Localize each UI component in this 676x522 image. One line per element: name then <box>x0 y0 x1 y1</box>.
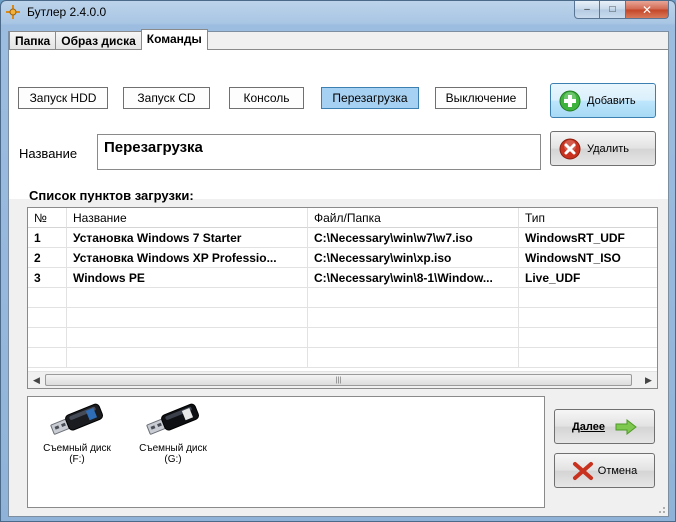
row-name: Установка Windows 7 Starter <box>67 228 308 248</box>
usb-drive-icon <box>50 403 104 435</box>
tab-commands[interactable]: Команды <box>140 29 208 50</box>
row-path: C:\Necessary\win\xp.iso <box>308 248 519 268</box>
scroll-right-icon[interactable]: ▶ <box>640 372 657 388</box>
tab-disk-image[interactable]: Образ диска <box>55 31 142 50</box>
delete-button[interactable]: Удалить <box>550 131 656 166</box>
empty-row <box>28 348 657 368</box>
delete-icon <box>559 138 581 159</box>
row-path: C:\Necessary\win\w7\w7.iso <box>308 228 519 248</box>
row-name: Установка Windows XP Professio... <box>67 248 308 268</box>
next-button[interactable]: Далее <box>554 409 655 444</box>
boot-list-table[interactable]: № Название Файл/Папка Тип 1 Установка Wi… <box>27 207 658 389</box>
add-button[interactable]: Добавить <box>550 83 656 118</box>
column-header-name[interactable]: Название <box>67 208 308 228</box>
table-row[interactable]: 2 Установка Windows XP Professio... C:\N… <box>28 248 657 268</box>
delete-label: Удалить <box>587 142 629 155</box>
row-type: WindowsRT_UDF <box>519 228 657 248</box>
name-field[interactable]: Перезагрузка <box>97 134 541 170</box>
add-label: Добавить <box>587 94 636 107</box>
scrollbar-thumb[interactable]: ||| <box>45 374 632 386</box>
row-name: Windows PE <box>67 268 308 288</box>
drives-panel: Съемный диск (F:) Съемный диск (G:) <box>27 396 545 508</box>
empty-row <box>28 288 657 308</box>
command-shutdown-button[interactable]: Выключение <box>435 87 527 109</box>
next-label: Далее <box>571 420 606 433</box>
drive-label-line2: (F:) <box>69 454 85 465</box>
cancel-icon <box>572 461 593 480</box>
close-button[interactable]: ✕ <box>626 1 669 19</box>
minimize-button[interactable]: – <box>574 1 600 19</box>
row-type: WindowsNT_ISO <box>519 248 657 268</box>
column-header-type[interactable]: Тип <box>519 208 657 228</box>
column-header-path[interactable]: Файл/Папка <box>308 208 519 228</box>
name-label: Название <box>19 146 78 161</box>
drive-item[interactable]: Съемный диск (G:) <box>128 403 218 465</box>
drive-item[interactable]: Съемный диск (F:) <box>32 403 122 465</box>
command-cd-button[interactable]: Запуск CD <box>123 87 210 109</box>
window-title: Бутлер 2.4.0.0 <box>27 5 107 19</box>
command-console-button[interactable]: Консоль <box>229 87 304 109</box>
table-header: № Название Файл/Папка Тип <box>28 208 657 228</box>
empty-row <box>28 308 657 328</box>
row-number: 3 <box>28 268 67 288</box>
add-icon <box>559 90 581 111</box>
commands-panel: Запуск HDD Запуск CD Консоль Перезагрузк… <box>9 49 668 199</box>
command-hdd-button[interactable]: Запуск HDD <box>18 87 108 109</box>
command-reboot-button[interactable]: Перезагрузка <box>321 87 419 109</box>
scroll-left-icon[interactable]: ◀ <box>28 372 45 388</box>
title-bar[interactable]: Бутлер 2.4.0.0 – □ ✕ <box>1 1 675 25</box>
drive-label-line1: Съемный диск <box>139 443 207 454</box>
cancel-label: Отмена <box>597 464 638 477</box>
usb-drive-icon <box>146 403 200 435</box>
cancel-button[interactable]: Отмена <box>554 453 655 488</box>
horizontal-scrollbar[interactable]: ◀ ||| ▶ <box>28 371 657 388</box>
resize-grip-icon[interactable] <box>656 504 666 514</box>
row-path: C:\Necessary\win\8-1\Window... <box>308 268 519 288</box>
tab-strip: Папка Образ диска Команды <box>9 29 208 51</box>
app-icon <box>6 5 20 19</box>
column-header-number[interactable]: № <box>28 208 67 228</box>
boot-list-label: Список пунктов загрузки: <box>29 188 194 203</box>
tab-folder[interactable]: Папка <box>9 31 57 50</box>
row-number: 1 <box>28 228 67 248</box>
app-window: Бутлер 2.4.0.0 – □ ✕ Папка Образ диска К… <box>0 0 676 522</box>
table-row[interactable]: 1 Установка Windows 7 Starter C:\Necessa… <box>28 228 657 248</box>
arrow-right-icon <box>615 418 637 435</box>
drive-label-line2: (G:) <box>164 454 182 465</box>
row-type: Live_UDF <box>519 268 657 288</box>
empty-row <box>28 328 657 348</box>
table-row[interactable]: 3 Windows PE C:\Necessary\win\8-1\Window… <box>28 268 657 288</box>
drive-label-line1: Съемный диск <box>43 443 111 454</box>
row-number: 2 <box>28 248 67 268</box>
maximize-button[interactable]: □ <box>600 1 626 19</box>
client-area: Папка Образ диска Команды Запуск HDD Зап… <box>8 29 669 517</box>
